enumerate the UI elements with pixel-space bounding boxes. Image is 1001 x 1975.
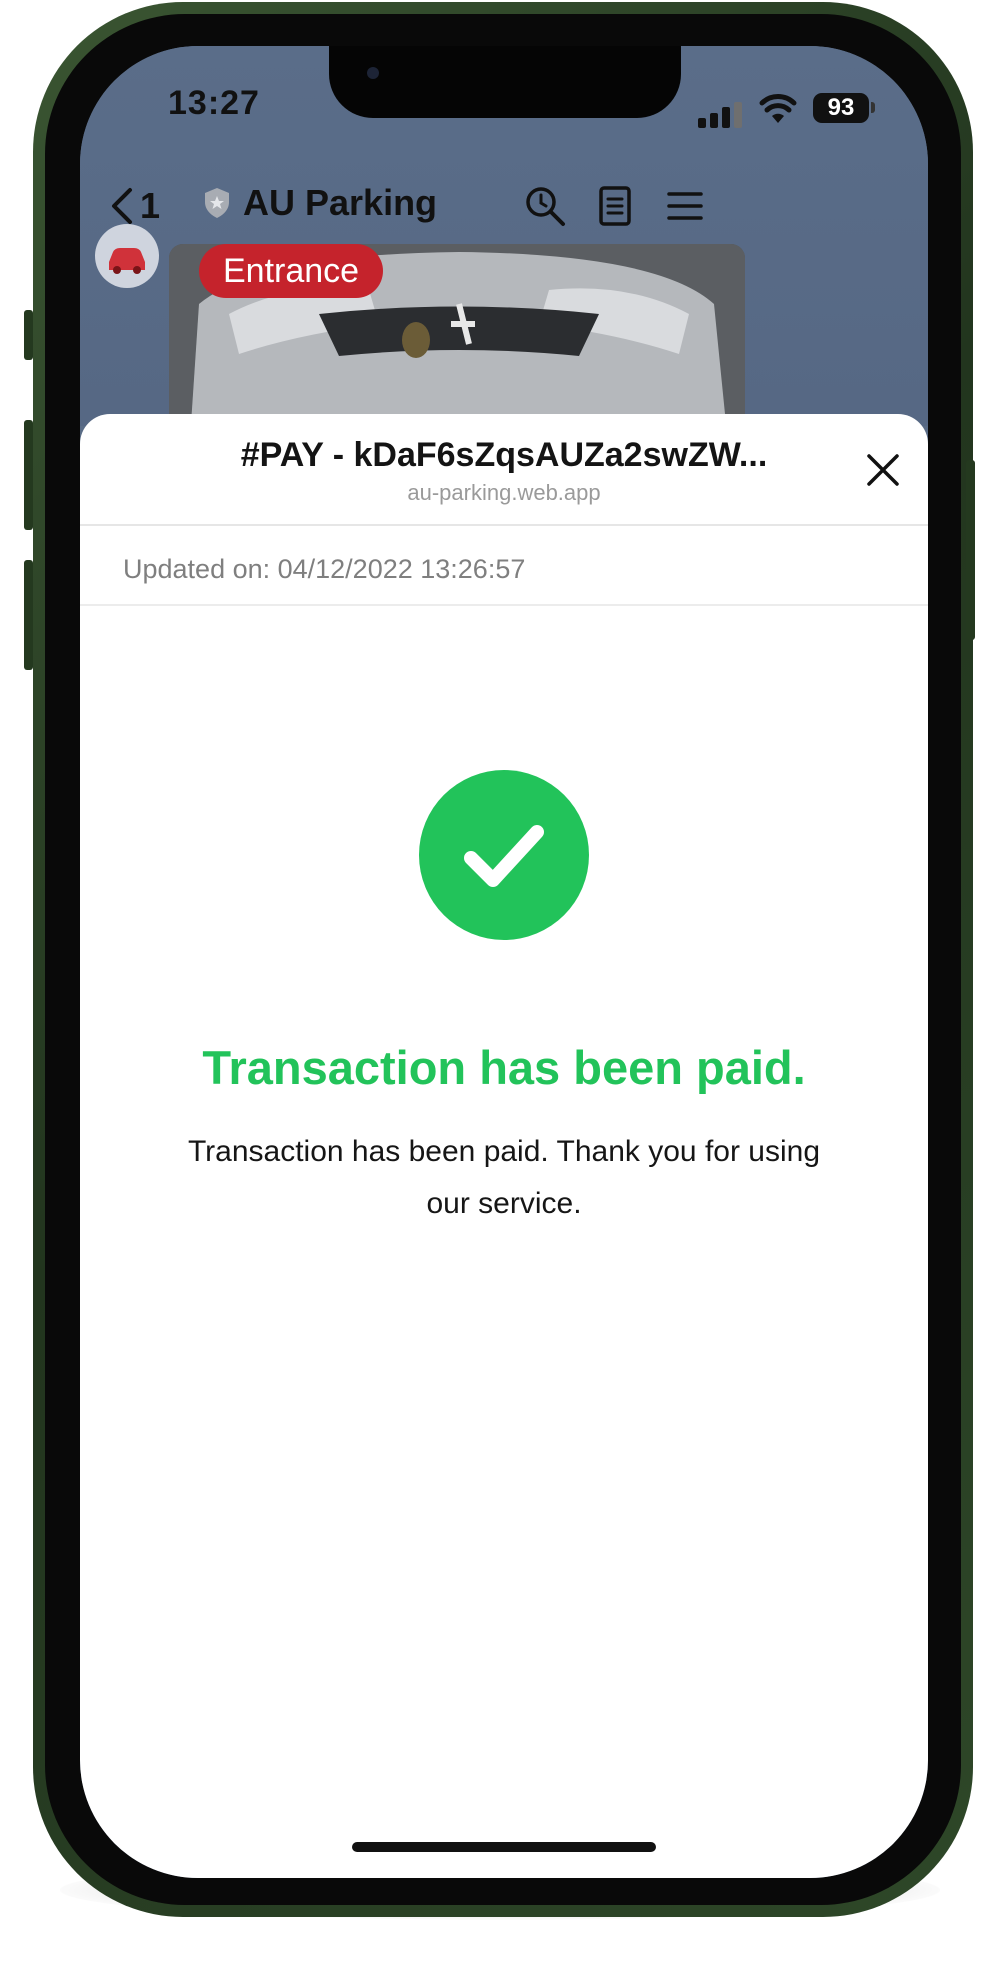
avatar[interactable] [95, 224, 159, 288]
success-badge [419, 770, 589, 940]
front-camera [367, 67, 379, 79]
power-button [966, 460, 975, 640]
payment-sheet: #PAY - kDaF6sZqsAUZa2swZW... au-parking.… [80, 414, 928, 1878]
success-title: Transaction has been paid. [202, 1041, 806, 1094]
chevron-left-icon [112, 188, 132, 224]
chat-title-text: AU Parking [243, 182, 438, 223]
chat-title[interactable]: AU Parking [203, 182, 437, 224]
menu-icon[interactable] [663, 184, 707, 228]
battery-icon: 93 [813, 93, 869, 123]
battery-level: 93 [827, 94, 855, 121]
checkmark-icon [464, 825, 544, 887]
updated-bar: Updated on: 04/12/2022 13:26:57 [80, 526, 928, 606]
cellular-signal-icon [698, 100, 744, 128]
success-message: Transaction has been paid. Thank you for… [187, 1135, 821, 1220]
sheet-title: #PAY - kDaF6sZqsAUZa2swZW... [240, 436, 768, 474]
wifi-icon [759, 94, 797, 123]
search-icon[interactable] [523, 184, 567, 228]
home-indicator[interactable] [352, 1842, 656, 1852]
close-icon[interactable] [863, 450, 903, 490]
updated-timestamp: Updated on: 04/12/2022 13:26:57 [123, 554, 526, 584]
notes-icon[interactable] [593, 184, 637, 228]
entrance-badge: Entrance [199, 244, 384, 298]
volume-down-button [24, 560, 33, 670]
unread-count: 1 [140, 185, 161, 226]
mute-switch [24, 310, 33, 360]
car-avatar-icon [109, 248, 145, 274]
notch [329, 46, 681, 118]
sheet-header: #PAY - kDaF6sZqsAUZa2swZW... au-parking.… [80, 414, 928, 526]
status-time: 13:27 [168, 84, 260, 122]
battery-tip [871, 102, 875, 113]
verified-shield-icon [205, 188, 229, 218]
phone-screen: 13:27 93 1 AU Parking Entrance #PAY - kD… [80, 46, 928, 1878]
chat-message-area: Entrance [80, 224, 928, 454]
sheet-url: au-parking.web.app [407, 480, 601, 505]
volume-up-button [24, 420, 33, 530]
